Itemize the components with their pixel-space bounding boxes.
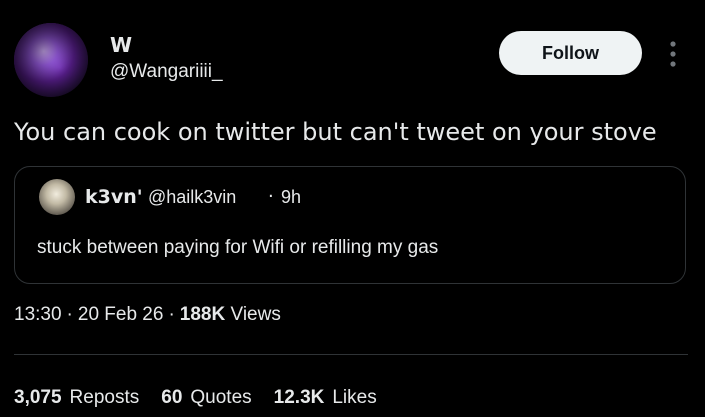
more-vertical-icon[interactable] <box>663 38 683 70</box>
reposts-stat[interactable]: 3,075 Reposts <box>14 385 139 411</box>
quoted-author-handle: @hailk3vin <box>148 187 237 207</box>
quoted-timestamp: 9h <box>281 187 302 207</box>
follow-button[interactable]: Follow <box>499 31 642 75</box>
quotes-label: Quotes <box>190 387 252 408</box>
likes-stat[interactable]: 12.3K Likes <box>274 385 377 411</box>
reposts-label: Reposts <box>69 387 140 408</box>
quoted-author-name: k3vn' <box>85 186 143 208</box>
meta-separator-dot: · <box>66 304 73 325</box>
tweet-time[interactable]: 13:30 <box>14 304 62 325</box>
views-count: 188K <box>179 304 226 325</box>
quotes-count: 60 <box>161 387 183 408</box>
tweet-meta: 13:30 · 20 Feb 26 · 188K Views <box>14 302 281 328</box>
quoted-tweet-card[interactable]: k3vn' @hailk3vin · 9h stuck between payi… <box>14 166 686 284</box>
quoted-tweet-text: stuck between paying for Wifi or refilli… <box>37 237 439 258</box>
quoted-author-avatar[interactable] <box>39 179 75 215</box>
likes-label: Likes <box>332 387 377 408</box>
quotes-stat[interactable]: 60 Quotes <box>161 385 251 411</box>
author-handle[interactable]: @Wangariiii_ <box>110 60 223 84</box>
engagement-stats: 3,075 Reposts 60 Quotes 12.3K Likes <box>14 385 399 411</box>
reposts-count: 3,075 <box>14 387 62 408</box>
avatar-shade <box>14 23 88 97</box>
tweet-text: You can cook on twitter but can't tweet … <box>14 118 657 146</box>
likes-count: 12.3K <box>273 387 325 408</box>
divider <box>14 354 688 355</box>
author-avatar[interactable] <box>14 23 88 97</box>
meta-separator-dot: · <box>168 304 175 325</box>
author-name[interactable]: W <box>110 33 132 57</box>
tweet-date[interactable]: 20 Feb 26 <box>78 304 164 325</box>
quoted-separator-dot: · <box>268 186 274 207</box>
views-label: Views <box>230 304 281 325</box>
